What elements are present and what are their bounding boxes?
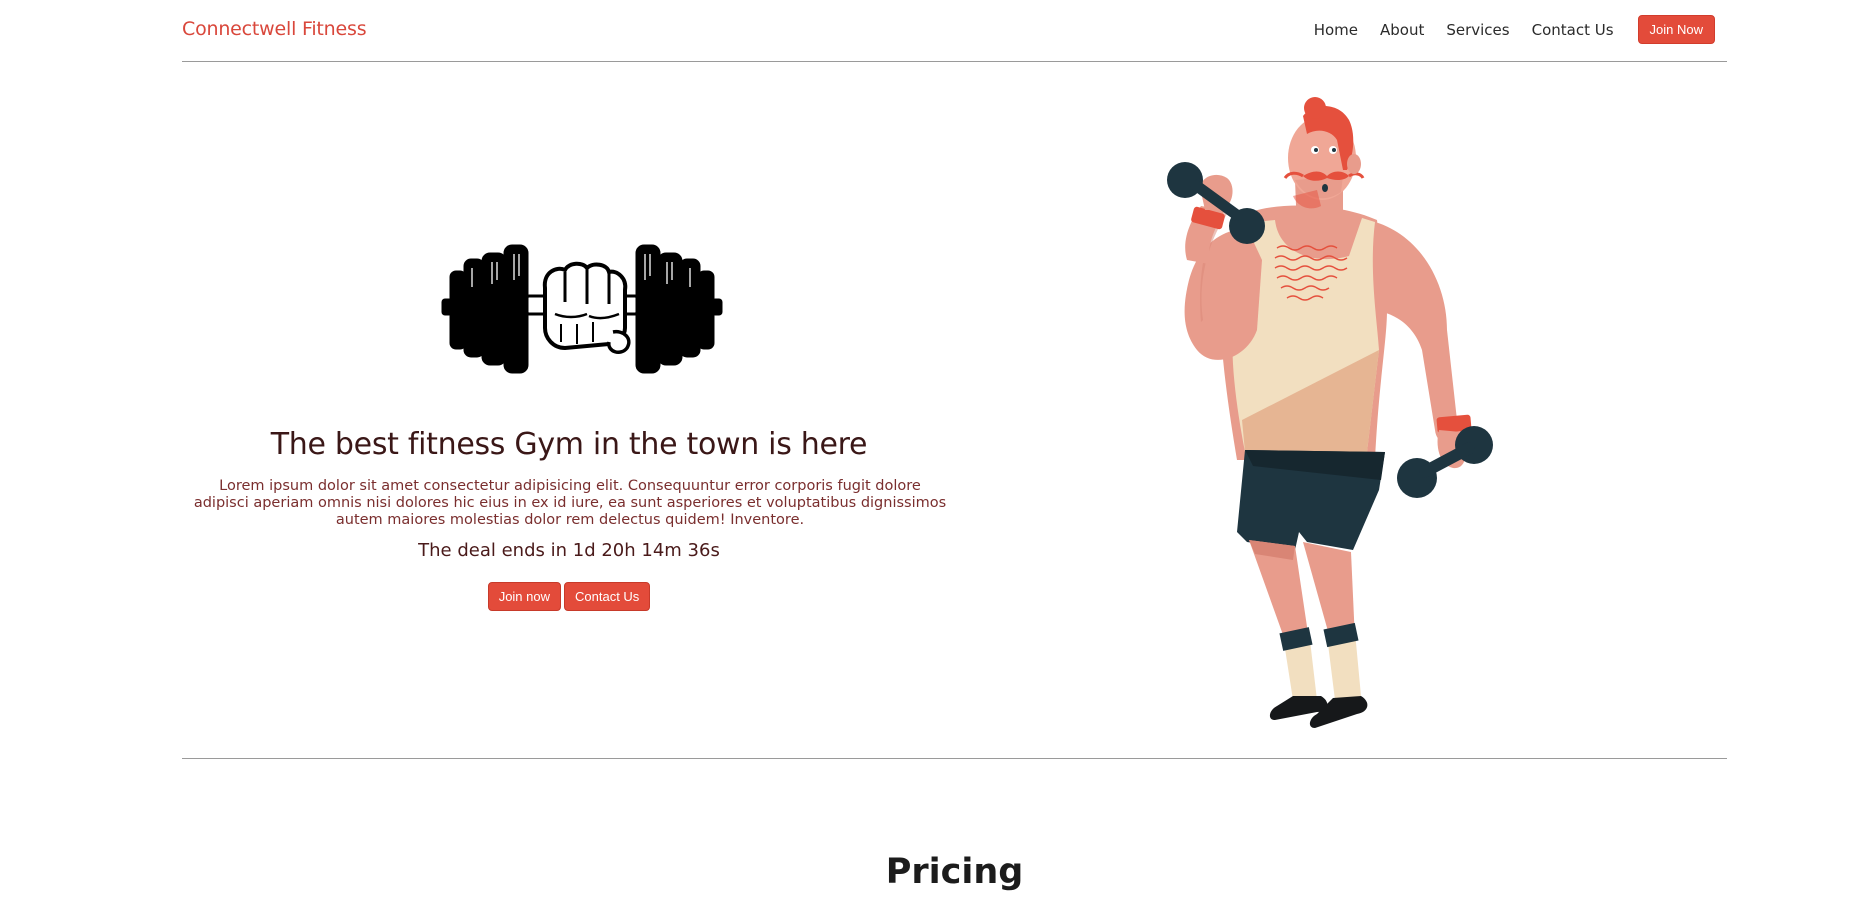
navbar: Connectwell Fitness Home About Services …: [182, 0, 1727, 62]
hero-description: Lorem ipsum dolor sit amet consectetur a…: [193, 478, 947, 528]
nav-link-services[interactable]: Services: [1446, 21, 1509, 39]
contact-us-button[interactable]: Contact Us: [564, 582, 651, 611]
dumbbell-fist-icon: [441, 244, 723, 374]
deal-countdown: The deal ends in 1d 20h 14m 36s: [418, 540, 720, 561]
hero-title: The best fitness Gym in the town is here: [270, 427, 868, 462]
hero-section: The best fitness Gym in the town is here…: [182, 62, 1727, 759]
nav-link-home[interactable]: Home: [1314, 21, 1358, 39]
nav-link-about[interactable]: About: [1380, 21, 1424, 39]
hero-buttons: Join now Contact Us: [182, 582, 956, 611]
bodybuilder-illustration: [1167, 97, 1493, 728]
nav-link-contact[interactable]: Contact Us: [1532, 21, 1614, 39]
pricing-title: Pricing: [885, 852, 1024, 892]
join-now-button[interactable]: Join now: [487, 582, 561, 611]
join-now-nav-button[interactable]: Join Now: [1637, 15, 1715, 44]
brand-logo[interactable]: Connectwell Fitness: [182, 18, 367, 40]
nav-links: Home About Services Contact Us Join Now: [1292, 15, 1715, 44]
hero-content: The best fitness Gym in the town is here…: [182, 62, 956, 759]
